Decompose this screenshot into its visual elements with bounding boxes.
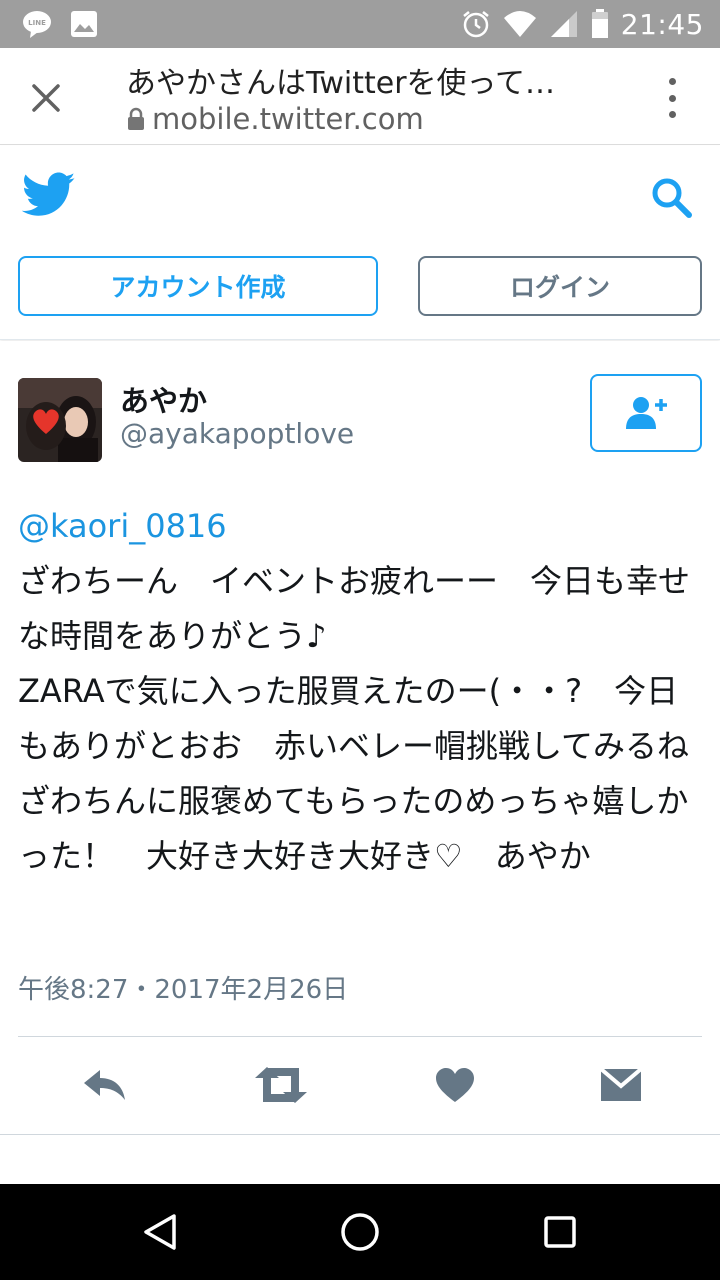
alarm-icon bbox=[461, 9, 491, 39]
twitter-bird-icon[interactable] bbox=[21, 172, 76, 218]
retweet-icon bbox=[255, 1067, 307, 1103]
add-user-icon bbox=[626, 397, 667, 429]
tweet: あやか @ayakapoptlove @kaori_0816 ざわちーん イベント… bbox=[0, 341, 720, 1184]
status-bar: LINE 21:45 bbox=[0, 0, 720, 48]
heart-icon bbox=[436, 1068, 474, 1102]
recents-square-icon bbox=[544, 1216, 576, 1248]
status-clock: 21:45 bbox=[620, 7, 704, 41]
tweet-actions bbox=[0, 1037, 720, 1133]
follow-button[interactable] bbox=[590, 374, 702, 452]
menu-dot-icon bbox=[668, 94, 676, 102]
gallery-icon bbox=[70, 10, 98, 38]
close-icon bbox=[32, 84, 60, 112]
avatar[interactable] bbox=[18, 378, 102, 462]
svg-text:LINE: LINE bbox=[28, 19, 46, 27]
menu-dot-icon bbox=[668, 78, 676, 85]
retweet-button[interactable] bbox=[253, 1063, 309, 1107]
display-name[interactable]: あやか bbox=[120, 378, 207, 420]
close-tab-button[interactable] bbox=[24, 76, 68, 120]
reply-button[interactable] bbox=[80, 1063, 130, 1107]
wifi-icon bbox=[503, 10, 537, 38]
page-url: mobile.twitter.com bbox=[126, 102, 424, 136]
back-triangle-icon bbox=[144, 1214, 176, 1250]
envelope-icon bbox=[600, 1068, 642, 1101]
page-title: あやかさんはTwitterを使って… bbox=[126, 66, 556, 101]
back-button[interactable] bbox=[136, 1208, 184, 1256]
signup-button[interactable]: アカウント作成 bbox=[18, 256, 378, 316]
home-button[interactable] bbox=[336, 1208, 384, 1256]
divider bbox=[0, 1134, 720, 1135]
line-icon: LINE bbox=[22, 9, 52, 39]
recents-button[interactable] bbox=[536, 1208, 584, 1256]
lock-icon bbox=[128, 107, 144, 130]
overflow-menu-button[interactable] bbox=[660, 78, 684, 118]
tweet-text: @kaori_0816 ざわちーん イベントお疲れーー 今日も幸せな時間をありがと… bbox=[18, 499, 708, 884]
user-handle[interactable]: @ayakapoptlove bbox=[120, 417, 354, 450]
login-button[interactable]: ログイン bbox=[418, 256, 702, 316]
reply-icon bbox=[84, 1070, 125, 1100]
android-navigation-bar bbox=[0, 1184, 720, 1280]
home-circle-icon bbox=[341, 1213, 379, 1251]
search-icon[interactable] bbox=[650, 176, 694, 220]
like-button[interactable] bbox=[430, 1063, 480, 1107]
signal-icon bbox=[549, 9, 579, 39]
tweet-body: ざわちーん イベントお疲れーー 今日も幸せな時間をありがとう♪ ZARAで気に入… bbox=[18, 562, 691, 875]
battery-icon bbox=[591, 9, 609, 39]
status-system: 21:45 bbox=[461, 8, 704, 41]
tweet-timestamp[interactable]: 午後8:27・2017年2月26日 bbox=[18, 969, 348, 1006]
custom-tab-toolbar: あやかさんはTwitterを使って… mobile.twitter.com bbox=[0, 48, 720, 145]
mention-link[interactable]: @kaori_0816 bbox=[18, 499, 708, 554]
url-host: mobile.twitter.com bbox=[152, 102, 424, 136]
direct-message-button[interactable] bbox=[596, 1063, 646, 1107]
status-notifications: LINE bbox=[22, 9, 98, 39]
twitter-header: アカウント作成 ログイン bbox=[0, 146, 720, 340]
menu-dot-icon bbox=[668, 111, 676, 118]
